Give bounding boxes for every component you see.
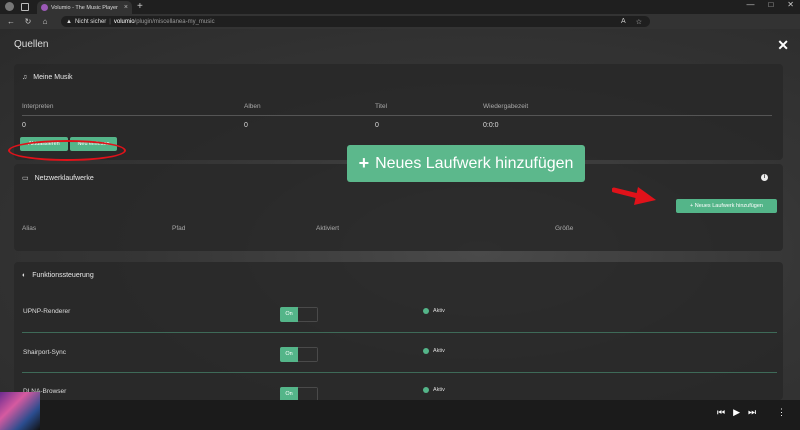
col-playtime: Wiedergabezeit <box>483 103 529 110</box>
red-arrow-icon <box>612 187 656 205</box>
status-text: Aktiv <box>433 387 445 393</box>
player-controls: ⏮ ▶ ⏭ <box>717 407 756 418</box>
minimize-button[interactable]: — <box>746 0 754 9</box>
url-separator: | <box>109 18 111 25</box>
toggle-on-label: On <box>280 347 298 362</box>
browser-tab-bar: Volumio - The Music Player × + — □ ✕ <box>0 0 800 14</box>
toggle-on-label: On <box>280 307 298 322</box>
shairport-toggle[interactable]: On <box>280 347 318 362</box>
add-drive-button[interactable]: + Neues Laufwerk hinzufügen <box>676 199 777 213</box>
page-close-icon[interactable]: ✕ <box>777 37 789 54</box>
my-music-header: ♫ Meine Musik <box>22 74 73 81</box>
col-path: Pfad <box>172 225 186 232</box>
shairport-label: Shairport-Sync <box>23 349 66 356</box>
col-enabled: Aktiviert <box>316 225 340 232</box>
url-field[interactable]: ▲ Nicht sicher | volumio /plugin/miscell… <box>61 16 650 27</box>
volumio-favicon-icon <box>41 4 48 11</box>
url-security-label: Nicht sicher <box>74 18 107 25</box>
profile-icon[interactable] <box>5 2 14 11</box>
artists-count: 0 <box>22 122 26 129</box>
add-drive-callout-label: Neues Laufwerk hinzufügen <box>375 154 574 172</box>
warning-icon: ▲ <box>66 18 72 25</box>
status-text: Aktiv <box>433 308 445 314</box>
playtime-value: 0:0:0 <box>483 122 499 129</box>
album-art[interactable] <box>0 392 40 430</box>
music-note-icon: ♫ <box>22 74 28 81</box>
window-controls: — □ ✕ <box>746 0 794 9</box>
network-title: Netzwerklaufwerke <box>34 174 94 182</box>
player-bar <box>0 400 800 430</box>
col-alias: Alias <box>22 225 37 232</box>
toggle-knob <box>298 348 317 361</box>
upnp-status: Aktiv <box>423 308 445 314</box>
toggle-icon: ◐ <box>22 272 27 279</box>
back-icon[interactable]: ← <box>5 17 17 26</box>
play-icon[interactable]: ▶ <box>733 407 740 418</box>
url-host: volumio <box>113 18 135 25</box>
col-albums: Alben <box>244 103 261 110</box>
col-tracks: Titel <box>375 103 388 110</box>
page-title: Quellen <box>14 39 49 50</box>
status-dot-icon <box>423 348 429 354</box>
next-icon[interactable]: ⏭ <box>748 407 756 418</box>
url-icons: A ☆ <box>621 16 642 27</box>
tab-close-icon[interactable]: × <box>124 4 128 11</box>
highlight-ellipse <box>8 140 126 161</box>
sources-page: Quellen ✕ ♫ Meine Musik Interpreten Albe… <box>0 29 800 402</box>
function-header: ◐ Funktionssteuerung <box>22 272 94 279</box>
dlna-status: Aktiv <box>423 387 445 393</box>
home-icon[interactable]: ⌂ <box>39 17 51 26</box>
status-dot-icon <box>423 387 429 393</box>
col-size: Größe <box>555 225 574 232</box>
drive-icon: ▭ <box>22 175 29 182</box>
maximize-button[interactable]: □ <box>768 0 773 9</box>
network-header: ▭ Netzwerklaufwerke <box>22 174 94 183</box>
tab-title: Volumio - The Music Player <box>51 4 118 11</box>
upnp-toggle[interactable]: On <box>280 307 318 322</box>
tracks-count: 0 <box>375 122 379 129</box>
address-bar: ← ↻ ⌂ ▲ Nicht sicher | volumio /plugin/m… <box>0 14 800 38</box>
previous-icon[interactable]: ⏮ <box>717 407 725 418</box>
tab-actions-icon[interactable] <box>21 3 29 11</box>
player-menu-icon[interactable]: ⋮ <box>777 407 786 418</box>
browser-tab[interactable]: Volumio - The Music Player × <box>37 1 132 14</box>
close-window-button[interactable]: ✕ <box>787 0 794 9</box>
toggle-knob <box>298 308 317 321</box>
new-tab-button[interactable]: + <box>137 1 143 12</box>
row-divider <box>22 372 777 373</box>
status-dot-icon <box>423 308 429 314</box>
read-aloud-icon[interactable]: A <box>621 18 626 25</box>
function-control-panel: ◐ Funktionssteuerung <box>14 262 783 400</box>
albums-count: 0 <box>244 122 248 129</box>
shairport-status: Aktiv <box>423 348 445 354</box>
reload-icon[interactable]: ↻ <box>22 17 34 26</box>
divider <box>22 115 772 116</box>
favorite-star-icon[interactable]: ☆ <box>636 18 642 26</box>
my-music-title: Meine Musik <box>33 74 73 81</box>
plus-icon: + <box>358 153 370 173</box>
row-divider <box>22 332 777 333</box>
status-text: Aktiv <box>433 348 445 354</box>
url-path: /plugin/miscellanea-my_music <box>134 18 215 25</box>
info-icon[interactable]: i <box>761 174 768 181</box>
add-drive-callout: + Neues Laufwerk hinzufügen <box>347 145 585 182</box>
upnp-label: UPNP-Renderer <box>23 308 71 315</box>
col-artists: Interpreten <box>22 103 54 110</box>
function-title: Funktionssteuerung <box>32 272 94 279</box>
